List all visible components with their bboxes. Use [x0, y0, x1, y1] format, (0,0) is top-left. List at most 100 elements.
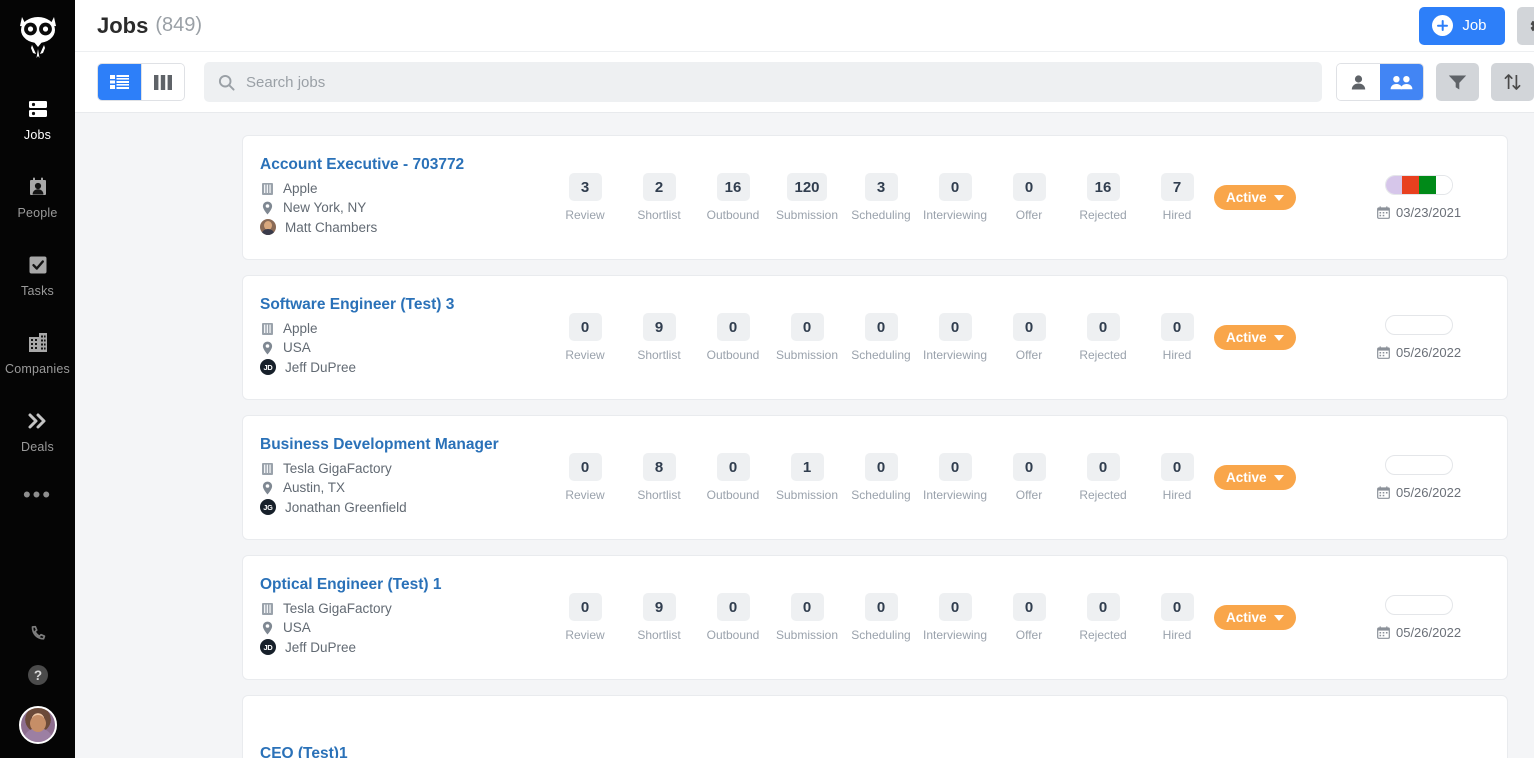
job-card[interactable]: Business Development Manager Tesla GigaFa…	[242, 415, 1508, 540]
search-bar[interactable]	[204, 62, 1322, 102]
stage-label: Offer	[1015, 628, 1043, 642]
job-title-link[interactable]: CEO (Test)1	[260, 745, 548, 758]
board-view-icon	[154, 74, 172, 90]
stage-stat[interactable]: 1 Submission	[770, 453, 844, 502]
sidebar-more-button[interactable]: •••	[23, 484, 52, 506]
stage-stat[interactable]: 0 Rejected	[1066, 593, 1140, 642]
sidebar-item-label: Tasks	[21, 284, 54, 298]
stage-stat[interactable]: 3 Scheduling	[844, 173, 918, 222]
single-person-toggle[interactable]	[1337, 64, 1380, 100]
job-title-link[interactable]: Software Engineer (Test) 3	[260, 296, 548, 314]
job-title-link[interactable]: Optical Engineer (Test) 1	[260, 576, 548, 594]
stage-label: Outbound	[706, 348, 760, 362]
stage-stat[interactable]: 0 Rejected	[1066, 453, 1140, 502]
stage-stat[interactable]: 120 Submission	[770, 173, 844, 222]
search-icon	[218, 74, 235, 91]
group-people-toggle[interactable]	[1380, 64, 1423, 100]
settings-button[interactable]	[1516, 6, 1534, 45]
stage-stat[interactable]: 0 Hired	[1140, 313, 1214, 362]
stage-stat[interactable]: 0 Outbound	[696, 313, 770, 362]
stage-stat[interactable]: 3 Review	[548, 173, 622, 222]
stage-stat[interactable]: 0 Offer	[992, 453, 1066, 502]
job-company: Apple	[283, 321, 318, 336]
stage-stat[interactable]: 9 Shortlist	[622, 313, 696, 362]
filter-button[interactable]	[1436, 63, 1479, 101]
job-title-link[interactable]: Account Executive - 703772	[260, 156, 548, 174]
stage-stat[interactable]: 0 Review	[548, 453, 622, 502]
sidebar-item-label: Jobs	[23, 128, 52, 142]
stage-stat[interactable]: 0 Interviewing	[918, 173, 992, 222]
view-board-button[interactable]	[141, 64, 184, 100]
stage-stat[interactable]: 0 Offer	[992, 173, 1066, 222]
job-card[interactable]: Account Executive - 703772 Apple New York,…	[242, 135, 1508, 260]
building-icon	[260, 602, 274, 616]
job-list[interactable]: Account Executive - 703772 Apple New York,…	[75, 113, 1534, 758]
stage-stat[interactable]: 0 Scheduling	[844, 453, 918, 502]
stage-stat[interactable]: 0 Interviewing	[918, 453, 992, 502]
stage-stat[interactable]: 0 Outbound	[696, 593, 770, 642]
job-card[interactable]: Software Engineer (Test) 3 Apple USA JD Jeff…	[242, 275, 1508, 400]
stage-stat[interactable]: 9 Shortlist	[622, 593, 696, 642]
stage-count: 120	[787, 173, 827, 201]
status-badge[interactable]: Active	[1214, 605, 1296, 630]
help-icon[interactable]: ?	[25, 662, 51, 688]
job-owner-name: Jeff DuPree	[285, 359, 357, 375]
stage-stat[interactable]: 0 Outbound	[696, 453, 770, 502]
stage-count: 0	[790, 593, 824, 621]
stage-stat[interactable]: 0 Scheduling	[844, 313, 918, 362]
stage-count: 0	[1012, 453, 1046, 481]
stage-count: 0	[1012, 593, 1046, 621]
stage-label: Shortlist	[637, 208, 681, 222]
job-card[interactable]: CEO (Test)1	[242, 695, 1508, 758]
stage-stat[interactable]: 0 Hired	[1140, 453, 1214, 502]
job-company-row: Tesla GigaFactory	[260, 601, 548, 616]
stage-count: 0	[1086, 593, 1120, 621]
companies-icon	[25, 330, 51, 356]
owl-logo[interactable]	[16, 14, 60, 60]
pipeline-progress-bar	[1385, 595, 1454, 615]
stage-stat[interactable]: 16 Rejected	[1066, 173, 1140, 222]
stage-stat[interactable]: 0 Interviewing	[918, 313, 992, 362]
stage-label: Interviewing	[922, 348, 988, 362]
stage-stat[interactable]: 0 Rejected	[1066, 313, 1140, 362]
stage-stat[interactable]: 0 Review	[548, 593, 622, 642]
sidebar-item-deals[interactable]: Deals	[0, 398, 75, 460]
stage-stat[interactable]: 2 Shortlist	[622, 173, 696, 222]
stage-stat[interactable]: 0 Hired	[1140, 593, 1214, 642]
job-status-area: Active 05/26/2022	[1214, 455, 1507, 500]
add-job-button[interactable]: Job	[1419, 6, 1505, 45]
stage-stat[interactable]: 0 Review	[548, 313, 622, 362]
sidebar-item-people[interactable]: People	[0, 164, 75, 226]
stage-stat[interactable]: 0 Offer	[992, 313, 1066, 362]
job-owner-row: JG Jonathan Greenfield	[260, 499, 548, 515]
phone-icon[interactable]	[27, 622, 49, 644]
stage-stat[interactable]: 0 Submission	[770, 313, 844, 362]
job-card[interactable]: Optical Engineer (Test) 1 Tesla GigaFacto…	[242, 555, 1508, 680]
sidebar-item-jobs[interactable]: Jobs	[0, 86, 75, 148]
sidebar-item-tasks[interactable]: Tasks	[0, 242, 75, 304]
view-list-button[interactable]	[98, 64, 141, 100]
job-location: USA	[283, 620, 311, 635]
stage-stats: 0 Review 9 Shortlist 0 Outbound 0 Submission 0 Sc…	[548, 593, 1214, 642]
status-badge[interactable]: Active	[1214, 325, 1296, 350]
stage-stat[interactable]: 8 Shortlist	[622, 453, 696, 502]
stage-stat[interactable]: 0 Interviewing	[918, 593, 992, 642]
status-badge[interactable]: Active	[1214, 465, 1296, 490]
stage-stat[interactable]: 0 Scheduling	[844, 593, 918, 642]
stage-stat[interactable]: 16 Outbound	[696, 173, 770, 222]
search-input[interactable]	[246, 73, 1308, 91]
stage-count: 0	[716, 453, 750, 481]
status-badge[interactable]: Active	[1214, 185, 1296, 210]
sort-button[interactable]	[1491, 63, 1534, 101]
job-date-row: 05/26/2022	[1377, 345, 1461, 360]
stage-stat[interactable]: 0 Offer	[992, 593, 1066, 642]
stage-label: Rejected	[1079, 628, 1127, 642]
user-avatar[interactable]	[18, 706, 57, 744]
job-title-link[interactable]: Business Development Manager	[260, 436, 548, 454]
sidebar-item-companies[interactable]: Companies	[0, 320, 75, 382]
stage-label: Review	[565, 208, 605, 222]
stage-count: 0	[568, 593, 602, 621]
stage-stat[interactable]: 7 Hired	[1140, 173, 1214, 222]
stage-stat[interactable]: 0 Submission	[770, 593, 844, 642]
owner-avatar	[260, 219, 276, 235]
